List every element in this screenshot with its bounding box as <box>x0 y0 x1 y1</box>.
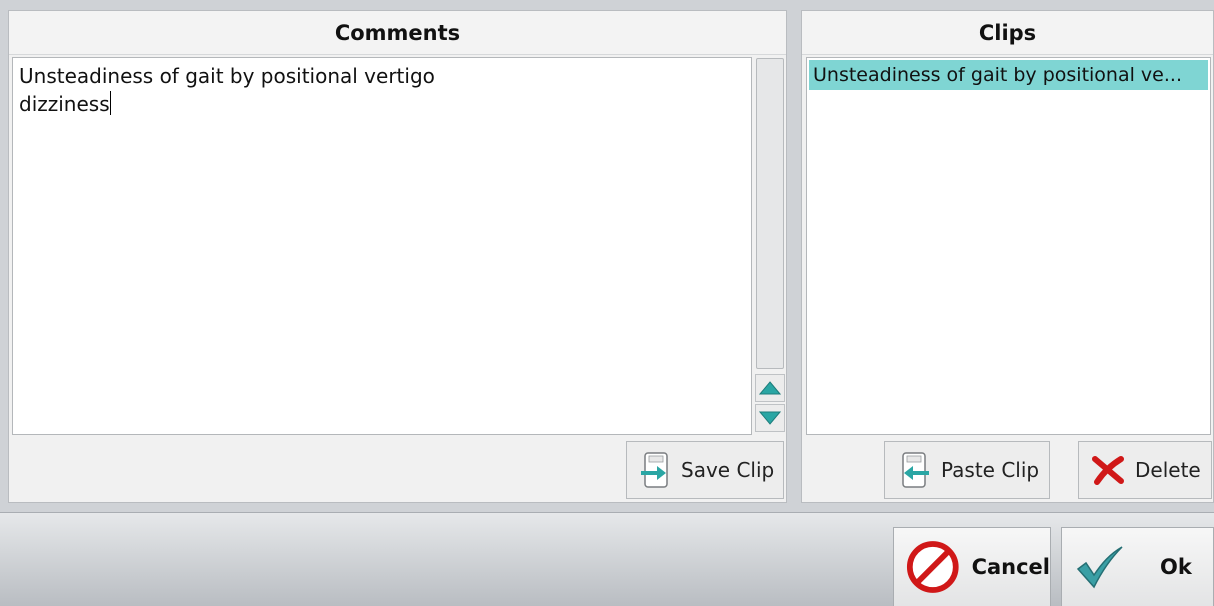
clips-list[interactable]: Unsteadiness of gait by positional ve... <box>806 57 1211 435</box>
comments-title: Comments <box>9 11 786 55</box>
comments-scrollbar[interactable] <box>754 57 785 435</box>
red-x-icon <box>1092 456 1124 485</box>
triangle-up-icon <box>759 381 781 395</box>
comment-line: dizziness <box>19 92 110 116</box>
save-clip-label: Save Clip <box>681 458 775 482</box>
clips-panel: Clips Unsteadiness of gait by positional… <box>801 10 1214 503</box>
clips-title: Clips <box>802 11 1213 55</box>
delete-label: Delete <box>1135 458 1201 482</box>
comment-line: Unsteadiness of gait by positional verti… <box>19 64 435 88</box>
save-clip-button[interactable]: Save Clip <box>626 441 784 499</box>
triangle-down-icon <box>759 411 781 425</box>
paste-clip-button[interactable]: Paste Clip <box>884 441 1050 499</box>
comments-textarea[interactable]: Unsteadiness of gait by positional verti… <box>12 57 752 435</box>
scroll-down-button[interactable] <box>755 404 785 432</box>
cancel-button[interactable]: Cancel <box>893 527 1051 606</box>
clip-dialog: Comments Unsteadiness of gait by positio… <box>0 0 1214 606</box>
ok-button[interactable]: Ok <box>1061 527 1214 606</box>
delete-button[interactable]: Delete <box>1078 441 1212 499</box>
clip-paste-icon <box>902 452 929 488</box>
comment-line-with-caret: dizziness <box>19 90 745 118</box>
checkmark-icon <box>1076 546 1123 589</box>
cancel-label: Cancel <box>971 555 1050 579</box>
scroll-up-button[interactable] <box>755 374 785 402</box>
no-entry-icon <box>906 541 959 593</box>
comments-panel: Comments Unsteadiness of gait by positio… <box>8 10 787 503</box>
ok-label: Ok <box>1160 555 1192 579</box>
clip-item-selected[interactable]: Unsteadiness of gait by positional ve... <box>809 60 1208 90</box>
clip-save-icon <box>641 452 668 488</box>
dialog-footer: Cancel Ok <box>0 512 1214 606</box>
paste-clip-label: Paste Clip <box>941 458 1040 482</box>
scroll-thumb[interactable] <box>756 58 784 369</box>
text-caret <box>109 91 111 115</box>
